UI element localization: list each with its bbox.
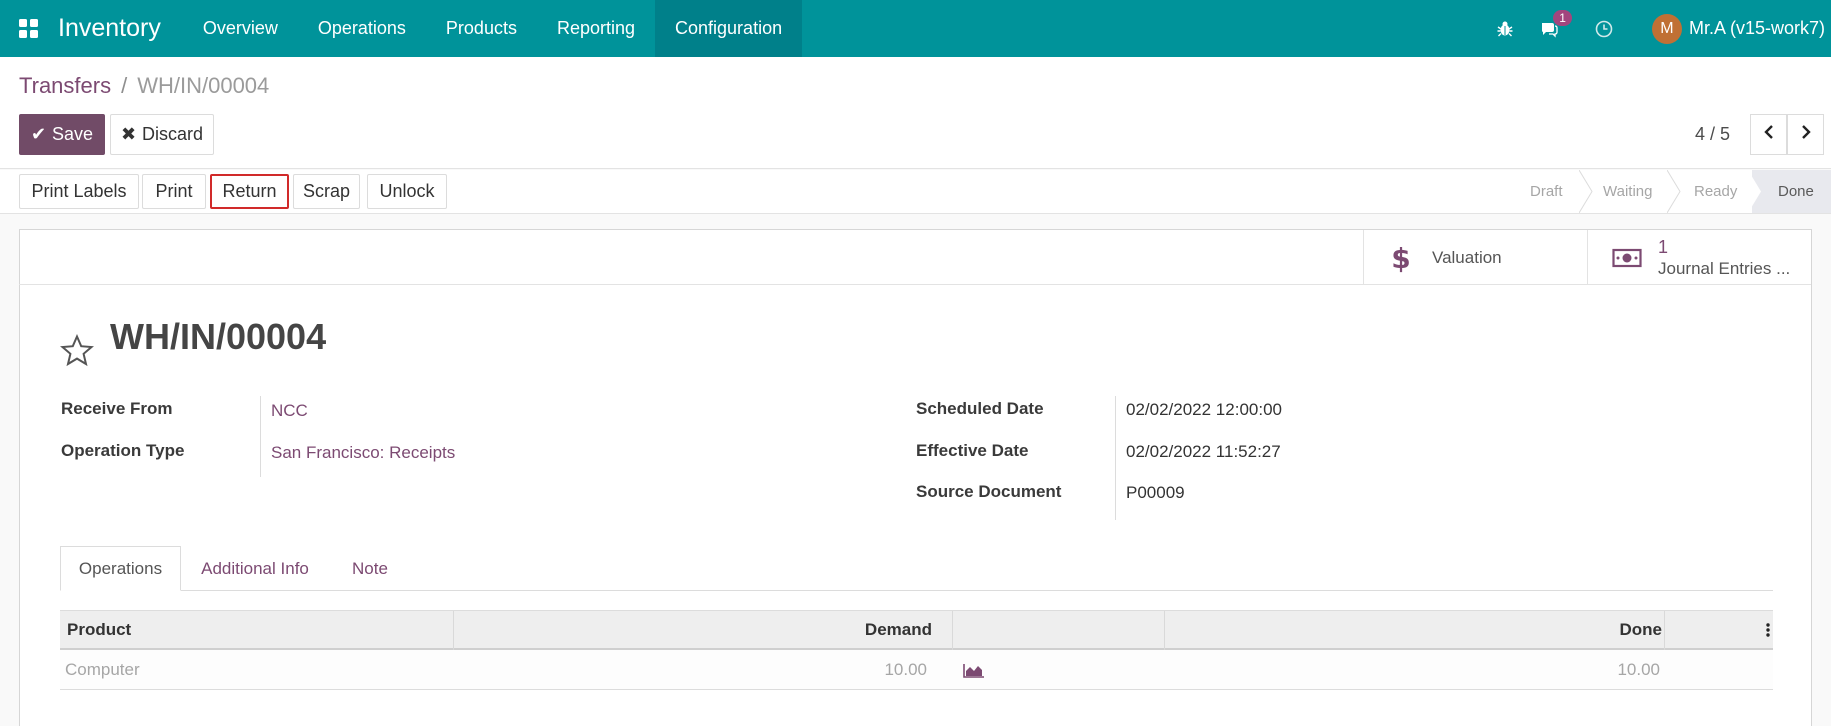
column-divider <box>453 611 454 651</box>
effective-date-value[interactable]: 02/02/2022 11:52:27 <box>1126 442 1281 462</box>
apps-grid-icon[interactable] <box>0 0 58 57</box>
save-label: Save <box>52 124 94 144</box>
scheduled-date-label: Scheduled Date <box>916 399 1044 418</box>
stage-separator <box>1579 170 1593 213</box>
col-done[interactable]: Done <box>1620 611 1663 648</box>
field-divider <box>1115 396 1116 520</box>
optional-columns-icon[interactable] <box>1765 611 1771 648</box>
breadcrumb-transfers[interactable]: Transfers <box>19 73 111 99</box>
journal-entries-label: Journal Entries ... <box>1658 258 1791 278</box>
breadcrumb-current: WH/IN/00004 <box>137 73 270 98</box>
row-product[interactable]: Computer <box>65 650 140 689</box>
notebook-tabs: Operations Additional Info Note <box>60 546 1773 591</box>
tab-note[interactable]: Note <box>329 546 411 591</box>
stage-separator <box>1667 170 1681 213</box>
form-sheet: $ Valuation 1 Journal Entries ... WH/IN/… <box>19 229 1812 726</box>
menu-overview[interactable]: Overview <box>183 0 298 57</box>
col-product[interactable]: Product <box>67 611 131 648</box>
app-title[interactable]: Inventory <box>58 14 161 43</box>
row-demand: 10.00 <box>884 659 927 679</box>
top-navbar: Inventory Overview Operations Products R… <box>0 0 1831 57</box>
scheduled-date-value[interactable]: 02/02/2022 12:00:00 <box>1126 400 1282 420</box>
favorite-star-icon[interactable] <box>60 334 94 368</box>
forecast-chart-icon[interactable] <box>963 650 985 689</box>
tab-operations[interactable]: Operations <box>60 546 181 591</box>
close-icon: ✖ <box>120 124 137 144</box>
column-divider <box>1164 611 1165 651</box>
menu-reporting[interactable]: Reporting <box>537 0 655 57</box>
check-icon: ✔ <box>30 124 47 144</box>
stage-separator <box>1748 170 1761 213</box>
messages-badge: 1 <box>1553 9 1572 26</box>
pager-value[interactable]: 4 / 5 <box>1695 124 1730 145</box>
menu-products[interactable]: Products <box>426 0 537 57</box>
tab-additional-info[interactable]: Additional Info <box>181 546 329 591</box>
operation-type-label: Operation Type <box>61 441 185 460</box>
stage-ready: Ready <box>1694 183 1738 200</box>
record-title[interactable]: WH/IN/00004 <box>110 316 326 358</box>
bug-icon[interactable] <box>1494 18 1516 40</box>
operations-table: Product Demand Done Computer 10.00 10.00 <box>60 610 1773 690</box>
table-row[interactable]: Computer 10.00 10.00 <box>60 650 1773 690</box>
control-panel: Transfers / WH/IN/00004 ✔ Save ✖ Discard… <box>0 57 1831 169</box>
source-document-label: Source Document <box>916 482 1062 501</box>
journal-entries-button[interactable]: 1 Journal Entries ... <box>1587 230 1811 285</box>
print-labels-button[interactable]: Print Labels <box>19 174 139 209</box>
valuation-label: Valuation <box>1432 247 1502 267</box>
svg-text:$: $ <box>1392 243 1410 273</box>
field-divider <box>260 396 261 477</box>
stage-done: Done <box>1752 170 1831 213</box>
dollar-icon: $ <box>1392 243 1410 273</box>
effective-date-label: Effective Date <box>916 441 1029 460</box>
clock-icon[interactable] <box>1593 18 1615 40</box>
chevron-left-icon <box>1763 124 1775 145</box>
unlock-button[interactable]: Unlock <box>367 174 447 209</box>
systray: 1 M Mr.A (v15-work7) <box>1483 0 1831 57</box>
discard-button[interactable]: ✖ Discard <box>110 114 214 155</box>
scrap-button[interactable]: Scrap <box>293 174 360 209</box>
journal-entries-count: 1 <box>1658 236 1669 257</box>
discard-label: Discard <box>142 124 204 144</box>
menu-configuration[interactable]: Configuration <box>655 0 803 57</box>
breadcrumb-separator: / <box>121 73 128 98</box>
smart-button-box: $ Valuation 1 Journal Entries ... <box>19 230 1811 285</box>
chat-icon[interactable]: 1 <box>1538 9 1572 40</box>
col-demand[interactable]: Demand <box>865 611 932 648</box>
column-divider <box>1664 611 1665 651</box>
pager-previous-button[interactable] <box>1750 114 1787 155</box>
avatar: M <box>1651 13 1682 44</box>
stage-draft: Draft <box>1530 183 1563 200</box>
receive-from-value[interactable]: NCC <box>271 401 308 421</box>
source-document-value[interactable]: P00009 <box>1126 483 1185 503</box>
user-name: Mr.A (v15-work7) <box>1688 18 1825 38</box>
breadcrumb: Transfers / WH/IN/00004 <box>19 73 269 99</box>
stage-waiting: Waiting <box>1603 183 1653 200</box>
row-done: 10.00 <box>1617 659 1660 679</box>
menu-operations[interactable]: Operations <box>298 0 426 57</box>
chevron-right-icon <box>1800 124 1812 145</box>
valuation-button[interactable]: $ Valuation <box>1363 230 1587 285</box>
user-menu[interactable]: M Mr.A (v15-work7) <box>1651 13 1825 44</box>
print-button[interactable]: Print <box>142 174 206 209</box>
pager-next-button[interactable] <box>1787 114 1824 155</box>
column-divider <box>952 611 953 651</box>
receive-from-label: Receive From <box>61 399 173 418</box>
operation-type-value[interactable]: San Francisco: Receipts <box>271 443 455 463</box>
money-icon <box>1612 247 1642 269</box>
statusbar: Print Labels Print Return Scrap Unlock D… <box>0 170 1831 214</box>
return-button[interactable]: Return <box>210 174 289 209</box>
table-header: Product Demand Done <box>60 610 1773 651</box>
save-button[interactable]: ✔ Save <box>19 114 105 155</box>
